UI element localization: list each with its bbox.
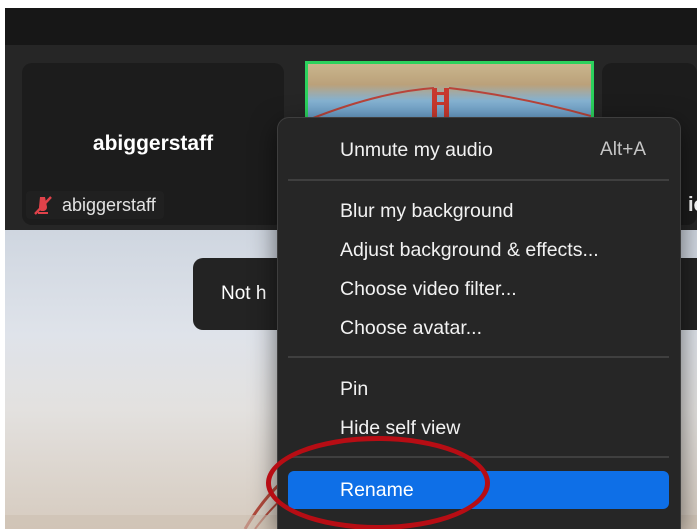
notice-text: Not h — [221, 283, 267, 304]
menu-item-label: Blur my background — [340, 200, 514, 222]
menu-item-pin[interactable]: Pin — [288, 370, 669, 408]
top-bar — [5, 8, 697, 45]
menu-item-blur-background[interactable]: Blur my background — [288, 192, 669, 230]
menu-item-video-filter[interactable]: Choose video filter... — [288, 270, 669, 308]
meeting-window: abiggerstaff abiggerstaff ic ca — [0, 0, 697, 529]
menu-separator — [288, 356, 669, 358]
menu-item-unmute-audio[interactable]: Unmute my audio Alt+A — [288, 131, 669, 169]
menu-item-adjust-background[interactable]: Adjust background & effects... — [288, 231, 669, 269]
participant-name: abiggerstaff — [92, 132, 214, 155]
menu-item-label: Unmute my audio — [340, 139, 493, 161]
menu-item-label: Pin — [340, 378, 369, 400]
annotation-circle — [266, 436, 490, 529]
participant-label-text: abiggerstaff — [62, 194, 156, 215]
participant-name-label: abiggerstaff — [26, 191, 164, 219]
menu-item-label: Choose avatar... — [340, 317, 483, 339]
participant-name-partial: ic — [688, 194, 697, 216]
bridge-image — [308, 87, 591, 123]
shortcut-hint: Alt+A — [600, 139, 646, 160]
menu-separator — [288, 179, 669, 181]
participant-tile[interactable]: abiggerstaff abiggerstaff — [22, 63, 284, 225]
mic-muted-icon — [34, 196, 52, 215]
menu-item-choose-avatar[interactable]: Choose avatar... — [288, 309, 669, 347]
menu-item-label: Choose video filter... — [340, 278, 517, 300]
menu-item-label: Adjust background & effects... — [340, 239, 599, 261]
